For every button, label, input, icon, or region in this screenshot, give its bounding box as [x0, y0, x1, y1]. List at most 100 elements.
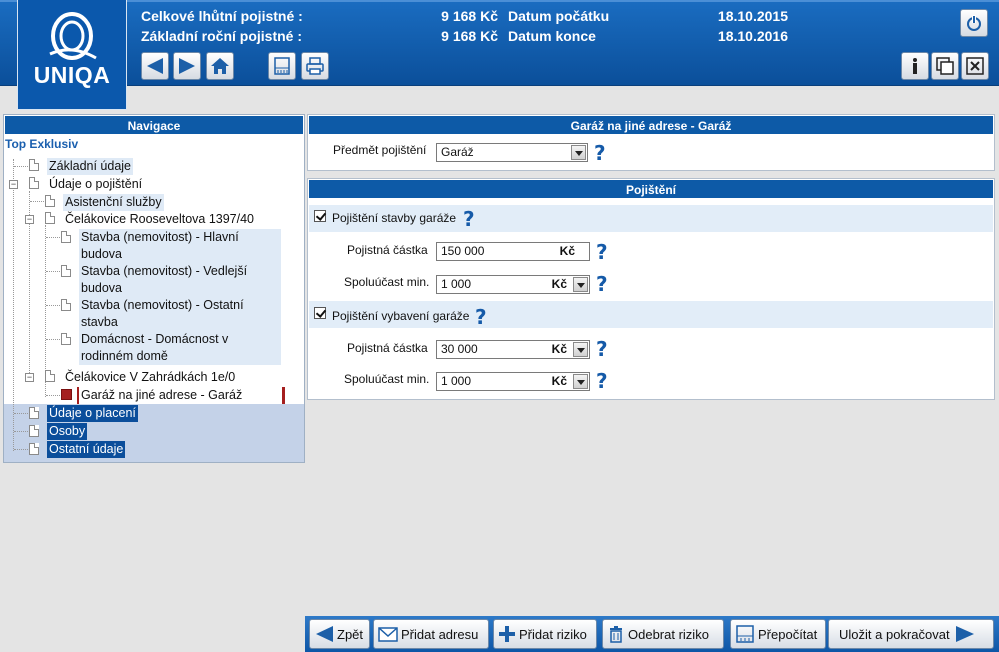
home-button[interactable]: [206, 52, 234, 80]
nav-item-basic-info[interactable]: Základní údaje: [47, 158, 134, 175]
subject-label: Předmět pojištění: [333, 143, 427, 157]
arrow-left-icon: [316, 626, 333, 642]
contents-deductible-select[interactable]: 1 000 Kč: [436, 372, 590, 391]
building-insurance-checkbox[interactable]: [314, 210, 326, 222]
nav-item-household[interactable]: Domácnost - Domácnost v rodinném domě: [79, 331, 281, 365]
help-icon[interactable]: ?: [596, 339, 608, 359]
product-name[interactable]: Top Exklusiv: [4, 135, 304, 151]
arrow-right-icon: [179, 58, 195, 74]
tree-line: [14, 413, 28, 414]
printer-icon: [306, 57, 324, 75]
annual-premium-value: 9 168 Kč: [441, 28, 498, 44]
contents-sum-select[interactable]: 30 000 Kč: [436, 340, 590, 359]
garage-panel: Garáž na jiné adrese - Garáž Předmět poj…: [307, 114, 995, 171]
insurance-panel: Pojištění Pojištění stavby garáže ? Poji…: [307, 178, 995, 400]
print-button[interactable]: [301, 52, 329, 80]
document-icon: [45, 212, 55, 224]
contents-sum-label: Pojistná částka: [347, 341, 428, 355]
nav-item-address-rooseveltova[interactable]: Čelákovice Rooseveltova 1397/40: [63, 211, 256, 228]
collapse-toggle-icon[interactable]: −: [9, 180, 18, 189]
plus-icon: [499, 626, 515, 642]
nav-item-other-structure[interactable]: Stavba (nemovitost) - Ostatní stavba: [79, 297, 281, 331]
contents-insurance-label: Pojištění vybavení garáže: [332, 309, 470, 323]
info-icon: [913, 58, 917, 74]
arrow-right-icon: [955, 626, 974, 642]
save-continue-button[interactable]: Uložit a pokračovat: [828, 619, 994, 649]
total-premium-value: 9 168 Kč: [441, 8, 498, 24]
remove-risk-button[interactable]: Odebrat riziko: [602, 619, 724, 649]
document-icon: [61, 333, 71, 345]
nav-item-address-zahradkach[interactable]: Čelákovice V Zahrádkách 1e/0: [63, 369, 237, 386]
calculator-icon: [736, 625, 754, 643]
close-button[interactable]: [961, 52, 989, 80]
tree-line: [13, 159, 14, 451]
chevron-down-icon[interactable]: [573, 342, 588, 357]
logo-text: UNIQA: [33, 62, 111, 88]
nav-item-assistance-services[interactable]: Asistenční služby: [63, 194, 164, 211]
chevron-down-icon[interactable]: [573, 374, 588, 389]
add-address-button[interactable]: Přidat adresu: [373, 619, 489, 649]
document-icon: [45, 370, 55, 382]
help-icon[interactable]: ?: [475, 307, 487, 327]
chevron-down-icon[interactable]: [573, 277, 588, 292]
annual-premium-label: Základní roční pojistné :: [141, 28, 303, 44]
windows-icon: [936, 57, 954, 75]
tree-line: [14, 449, 28, 450]
nav-item-garage[interactable]: Garáž na jiné adrese - Garáž: [77, 387, 285, 404]
nav-item-insurance-details[interactable]: Údaje o pojištění: [47, 176, 144, 193]
uniqa-logo[interactable]: UNIQA: [17, 0, 127, 110]
document-icon: [29, 425, 39, 437]
recalculate-button[interactable]: Přepočítat: [730, 619, 826, 649]
nav-item-payment-info[interactable]: Údaje o placení: [47, 405, 138, 422]
tree-line: [46, 339, 60, 340]
tree-line: [46, 271, 60, 272]
tree-line: [46, 237, 60, 238]
power-button[interactable]: [960, 9, 988, 37]
contents-deductible-label: Spoluúčast min.: [344, 372, 430, 386]
help-icon[interactable]: ?: [463, 209, 475, 229]
windows-button[interactable]: [931, 52, 959, 80]
back-button[interactable]: Zpět: [309, 619, 370, 649]
document-icon: [29, 407, 39, 419]
document-icon: [45, 195, 55, 207]
end-date-label: Datum konce: [508, 28, 596, 44]
contents-insurance-checkbox[interactable]: [314, 307, 326, 319]
tree-line: [14, 431, 28, 432]
home-icon: [211, 58, 229, 74]
calculator-button[interactable]: [268, 52, 296, 80]
back-arrow-button[interactable]: [141, 52, 169, 80]
building-insurance-label: Pojištění stavby garáže: [332, 211, 457, 225]
subject-select[interactable]: Garáž: [436, 143, 588, 162]
tree-line: [14, 166, 28, 167]
tree-line: [30, 201, 44, 202]
building-sum-label: Pojistná částka: [347, 243, 428, 257]
help-icon[interactable]: ?: [596, 371, 608, 391]
nav-item-main-building[interactable]: Stavba (nemovitost) - Hlavní budova: [79, 229, 281, 263]
help-icon[interactable]: ?: [594, 143, 606, 163]
building-deductible-select[interactable]: 1 000 Kč: [436, 275, 590, 294]
collapse-toggle-icon[interactable]: −: [25, 215, 34, 224]
current-item-marker-icon: [61, 389, 72, 400]
nav-item-other-info[interactable]: Ostatní údaje: [47, 441, 126, 458]
total-premium-label: Celkové lhůtní pojistné :: [141, 8, 303, 24]
tree-line: [45, 225, 46, 373]
chevron-down-icon[interactable]: [571, 145, 586, 160]
document-icon: [29, 443, 39, 455]
tree-line: [46, 305, 60, 306]
info-button[interactable]: [901, 52, 929, 80]
document-icon: [61, 231, 71, 243]
calculator-icon: [274, 57, 290, 75]
nav-item-persons[interactable]: Osoby: [47, 423, 88, 440]
end-date-value: 18.10.2016: [717, 28, 788, 44]
nav-item-secondary-building[interactable]: Stavba (nemovitost) - Vedlejší budova: [79, 263, 281, 297]
help-icon[interactable]: ?: [596, 274, 608, 294]
forward-arrow-button[interactable]: [173, 52, 201, 80]
building-sum-input[interactable]: 150 000 Kč: [436, 242, 590, 261]
header-bar: Celkové lhůtní pojistné : 9 168 Kč Datum…: [0, 0, 999, 86]
collapse-toggle-icon[interactable]: −: [25, 373, 34, 382]
add-risk-button[interactable]: Přidat riziko: [493, 619, 597, 649]
garage-panel-title: Garáž na jiné adrese - Garáž: [308, 115, 994, 135]
bottom-action-bar: Zpět Přidat adresu Přidat riziko Odebrat…: [305, 616, 999, 652]
help-icon[interactable]: ?: [596, 242, 608, 262]
document-icon: [29, 159, 39, 171]
